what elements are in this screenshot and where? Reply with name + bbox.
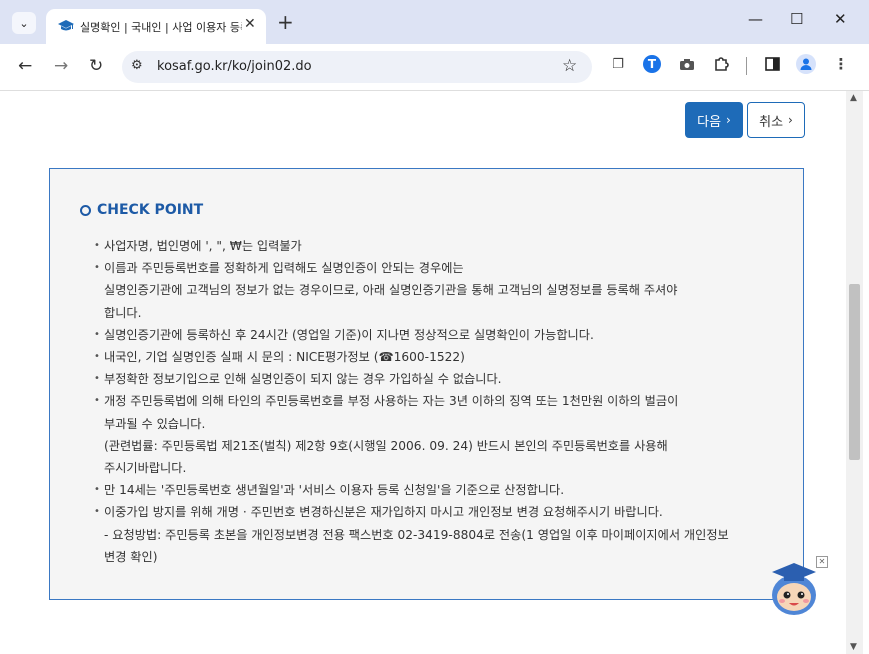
arrow-right-icon[interactable]: → xyxy=(54,56,68,76)
check-point-title: CHECK POINT xyxy=(97,202,204,218)
check-point-line: 개정 주민등록법에 의해 타인의 주민등록번호를 부정 사용하는 자는 3년 이… xyxy=(104,394,679,409)
copy-icon[interactable]: ❐ xyxy=(608,54,628,74)
check-point-line: 만 14세는 '주민등록번호 생년월일'과 '서비스 이용자 등록 신청일'을 … xyxy=(104,483,565,498)
scroll-up-icon[interactable]: ▲ xyxy=(850,93,857,103)
next-button-label: 다음 xyxy=(697,114,722,130)
address-bar[interactable]: ⚙ kosaf.go.kr/ko/join02.do ☆ xyxy=(122,51,592,83)
plus-icon[interactable]: + xyxy=(277,12,294,32)
check-point-panel: CHECK POINT 사업자명, 법인명에 ', ", ₩는 입력불가이름과 … xyxy=(49,168,804,600)
check-point-line: 합니다. xyxy=(104,305,142,320)
reload-icon[interactable]: ↻ xyxy=(89,56,103,76)
mascot-icon[interactable] xyxy=(764,559,824,619)
puzzle-icon[interactable] xyxy=(711,54,731,74)
check-point-line: 부정확한 정보기입으로 인해 실명인증이 되지 않는 경우 가입하실 수 없습니… xyxy=(104,372,502,387)
check-point-item: 내국인, 기업 실명인증 실패 시 문의 : NICE평가정보 (☎1600-1… xyxy=(94,346,784,368)
check-point-line: - 요청방법: 주민등록 초본을 개인정보변경 전용 팩스번호 02-3419-… xyxy=(104,527,729,542)
check-point-line: 실명인증기관에 등록하신 후 24시간 (영업일 기준)이 지나면 정상적으로 … xyxy=(104,327,594,342)
check-point-line: 주시기바랍니다. xyxy=(104,461,187,476)
check-point-line: 변경 확인) xyxy=(104,549,158,564)
browser-toolbar: ← → ↻ ⚙ kosaf.go.kr/ko/join02.do ☆ ❐ T ⋮ xyxy=(0,44,869,91)
check-point-list: 사업자명, 법인명에 ', ", ₩는 입력불가이름과 주민등록번호를 정확하게… xyxy=(94,235,784,568)
kebab-menu-icon[interactable]: ⋮ xyxy=(831,54,851,74)
check-point-line: 실명인증기관에 고객님의 정보가 없는 경우이므로, 아래 실명인증기관을 통해… xyxy=(104,283,678,298)
tab-title: 실명확인 | 국내인 | 사업 이용자 등록 xyxy=(80,21,242,34)
next-button[interactable]: 다음 › xyxy=(685,102,743,138)
check-point-line: (관련법률: 주민등록법 제21조(벌칙) 제2항 9호(시행일 2006. 0… xyxy=(104,438,668,453)
check-point-heading: CHECK POINT xyxy=(80,202,203,218)
chevron-right-icon: › xyxy=(726,113,731,127)
tab-search-button[interactable]: ⌄ xyxy=(12,12,36,34)
check-point-line: 사업자명, 법인명에 ', ", ₩는 입력불가 xyxy=(104,239,302,253)
cancel-button-label: 취소 xyxy=(759,114,784,130)
arrow-left-icon[interactable]: ← xyxy=(18,56,32,76)
check-point-item: 만 14세는 '주민등록번호 생년월일'과 '서비스 이용자 등록 신청일'을 … xyxy=(94,479,784,501)
t-extension-icon[interactable]: T xyxy=(643,55,661,73)
maximize-icon[interactable]: ☐ xyxy=(790,10,803,28)
star-icon[interactable]: ☆ xyxy=(562,56,577,76)
check-point-item: 사업자명, 법인명에 ', ", ₩는 입력불가 xyxy=(94,235,784,257)
url-text[interactable]: kosaf.go.kr/ko/join02.do xyxy=(157,59,312,74)
mascot-close-icon[interactable]: ✕ xyxy=(816,556,828,568)
window-edge xyxy=(863,91,869,654)
check-point-item: 부정확한 정보기입으로 인해 실명인증이 되지 않는 경우 가입하실 수 없습니… xyxy=(94,368,784,390)
ring-bullet-icon xyxy=(80,204,91,216)
check-point-item: 개정 주민등록법에 의해 타인의 주민등록번호를 부정 사용하는 자는 3년 이… xyxy=(94,390,784,479)
check-point-item: 이름과 주민등록번호를 정확하게 입력해도 실명인증이 안되는 경우에는실명인증… xyxy=(94,257,784,324)
check-point-line: 이름과 주민등록번호를 정확하게 입력해도 실명인증이 안되는 경우에는 xyxy=(104,261,464,276)
check-point-line: 부과될 수 있습니다. xyxy=(104,416,206,431)
cancel-button[interactable]: 취소 › xyxy=(747,102,805,138)
check-point-line: 이중가입 방지를 위해 개명 · 주민번호 변경하신분은 재가입하지 마시고 개… xyxy=(104,505,663,520)
side-panel-icon[interactable] xyxy=(762,54,782,74)
check-point-item: 이중가입 방지를 위해 개명 · 주민번호 변경하신분은 재가입하지 마시고 개… xyxy=(94,501,784,568)
scrollbar[interactable]: ▲ ▼ xyxy=(846,91,863,654)
scrollbar-thumb[interactable] xyxy=(849,284,860,460)
browser-window: ⌄ 실명확인 | 국내인 | 사업 이용자 등록 ✕ + — ☐ ✕ ← → ↻… xyxy=(0,0,869,654)
toolbar-separator xyxy=(746,57,747,75)
minimize-icon[interactable]: — xyxy=(748,10,763,28)
profile-icon[interactable] xyxy=(796,54,816,74)
camera-icon[interactable] xyxy=(677,54,697,74)
check-point-item: 실명인증기관에 등록하신 후 24시간 (영업일 기준)이 지나면 정상적으로 … xyxy=(94,324,784,346)
chevron-right-icon: › xyxy=(788,113,793,127)
check-point-line: 내국인, 기업 실명인증 실패 시 문의 : NICE평가정보 (☎1600-1… xyxy=(104,350,465,365)
scroll-down-icon[interactable]: ▼ xyxy=(850,642,857,652)
close-icon[interactable]: ✕ xyxy=(244,16,256,32)
tab-active[interactable]: 실명확인 | 국내인 | 사업 이용자 등록 ✕ xyxy=(46,9,266,44)
page-content: 다음 › 취소 › CHECK POINT 사업자명, 법인명에 ', ", ₩… xyxy=(0,91,846,654)
chevron-down-icon: ⌄ xyxy=(19,16,29,30)
window-close-icon[interactable]: ✕ xyxy=(834,10,847,28)
tune-icon[interactable]: ⚙ xyxy=(131,58,143,73)
graduation-cap-icon xyxy=(58,20,74,31)
tab-strip: ⌄ 실명확인 | 국내인 | 사업 이용자 등록 ✕ + — ☐ ✕ xyxy=(0,0,869,44)
